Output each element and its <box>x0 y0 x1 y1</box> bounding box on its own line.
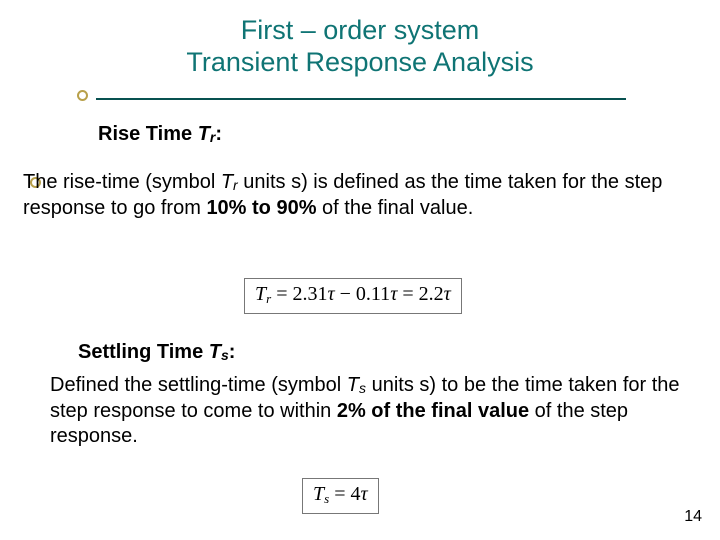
settling-time-body: Defined the settling-time (symbol Ts uni… <box>50 373 685 450</box>
eq1-minus: − <box>335 283 356 305</box>
rise-head-suffix: : <box>215 123 222 145</box>
slide: First – order system Transient Response … <box>0 0 720 540</box>
settle-head-symbol: T <box>209 341 221 363</box>
rise-body-p3: of the final value. <box>317 197 474 219</box>
settling-time-equation: Ts = 4τ <box>302 478 379 514</box>
eq1-tau1: τ <box>327 283 334 305</box>
settle-head-suffix: : <box>229 341 236 363</box>
eq1-lhs-sym: T <box>255 283 266 305</box>
eq1-t2: 0.11 <box>356 283 390 305</box>
eq2-tau: τ <box>360 483 367 505</box>
page-number: 14 <box>684 508 702 526</box>
settle-body-sub: s <box>359 380 366 396</box>
rise-time-body: The rise-time (symbol Tr units s) is def… <box>23 170 688 221</box>
rise-head-symbol: T <box>198 123 210 145</box>
eq2-eq: = <box>329 483 350 505</box>
eq1-t3: 2.2 <box>419 283 444 305</box>
title-line1: First – order system <box>241 15 480 45</box>
eq2-lhs-sym: T <box>313 483 324 505</box>
settle-head-sub: s <box>221 347 229 363</box>
settle-body-p1: Defined the settling-time (symbol <box>50 374 347 396</box>
bullet-ring-icon <box>77 90 88 101</box>
eq1-tau3: τ <box>444 283 451 305</box>
rise-head-prefix: Rise Time <box>98 123 198 145</box>
rise-time-heading: Rise Time Tr: <box>98 123 222 146</box>
slide-title: First – order system Transient Response … <box>0 0 720 79</box>
settle-body-bold: 2% of the final value <box>337 400 529 422</box>
title-line2: Transient Response Analysis <box>186 47 533 77</box>
eq1-t1: 2.31 <box>292 283 327 305</box>
settle-body-sym: T <box>347 374 359 396</box>
rise-time-equation: Tr = 2.31τ − 0.11τ = 2.2τ <box>244 278 462 314</box>
title-underline <box>96 98 626 100</box>
settling-time-heading: Settling Time Ts: <box>78 341 235 364</box>
settle-head-prefix: Settling Time <box>78 341 209 363</box>
eq2-coef: 4 <box>350 483 360 505</box>
eq1-eq: = <box>271 283 292 305</box>
rise-body-bold: 10% to 90% <box>206 197 316 219</box>
rise-body-sym: T <box>221 171 233 193</box>
eq1-eq2: = <box>397 283 418 305</box>
rise-body-p1: The rise-time (symbol <box>23 171 221 193</box>
